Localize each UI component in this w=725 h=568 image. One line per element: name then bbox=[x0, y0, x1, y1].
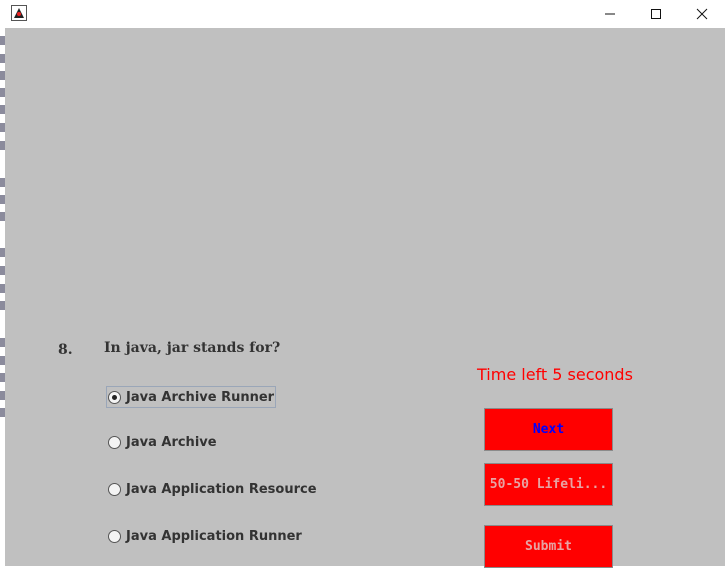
java-duke-icon bbox=[11, 5, 27, 21]
close-button[interactable] bbox=[679, 0, 725, 28]
radio-icon bbox=[108, 529, 121, 543]
option-radio-3[interactable]: Java Application Resource bbox=[108, 480, 317, 498]
minimize-button[interactable] bbox=[587, 0, 633, 28]
quiz-panel: 8. In java, jar stands for? Java Archive… bbox=[5, 28, 725, 568]
option-label: Java Application Resource bbox=[126, 481, 317, 497]
next-button[interactable]: Next bbox=[484, 408, 613, 451]
maximize-button[interactable] bbox=[633, 0, 679, 28]
option-label: Java Application Runner bbox=[126, 528, 302, 544]
minimize-icon bbox=[604, 5, 616, 24]
timer-label: Time left 5 seconds bbox=[477, 365, 633, 384]
option-radio-4[interactable]: Java Application Runner bbox=[108, 527, 302, 545]
radio-selected-icon bbox=[108, 390, 121, 404]
option-label: Java Archive Runner bbox=[126, 389, 275, 405]
lifeline-button[interactable]: 50-50 Lifeli... bbox=[484, 463, 613, 506]
question-number: 8. bbox=[58, 342, 73, 358]
option-radio-2[interactable]: Java Archive bbox=[108, 433, 217, 451]
radio-icon bbox=[108, 482, 121, 496]
radio-icon bbox=[108, 435, 121, 449]
submit-button[interactable]: Submit bbox=[484, 525, 613, 568]
title-bar bbox=[0, 0, 725, 28]
question-text: In java, jar stands for? bbox=[104, 340, 281, 356]
close-icon bbox=[696, 5, 708, 24]
option-radio-1[interactable]: Java Archive Runner bbox=[105, 386, 277, 408]
maximize-icon bbox=[650, 5, 662, 24]
option-label: Java Archive bbox=[126, 434, 217, 450]
